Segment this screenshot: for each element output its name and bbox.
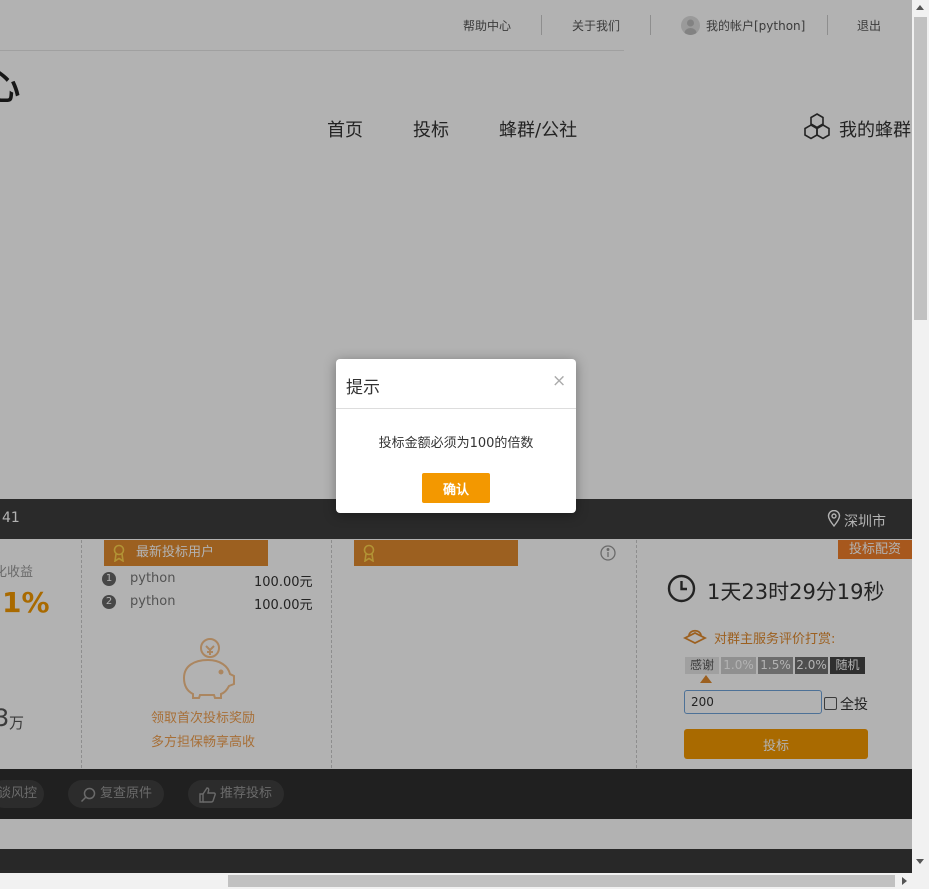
scroll-right-icon[interactable] [902,877,907,885]
alert-dialog: 提示 × 投标金额必须为100的倍数 确认 [336,359,576,513]
dialog-title: 提示 [346,378,380,398]
vertical-scrollbar[interactable] [912,0,929,873]
horizontal-scroll-thumb[interactable] [228,875,895,887]
vertical-scroll-thumb[interactable] [914,17,927,320]
scroll-up-icon[interactable] [916,5,924,10]
scroll-down-icon[interactable] [916,859,924,864]
dialog-message: 投标金额必须为100的倍数 [378,436,534,451]
close-icon[interactable]: × [552,371,566,391]
dialog-header-divider [336,408,576,409]
horizontal-scrollbar[interactable] [0,873,929,889]
confirm-button[interactable]: 确认 [422,473,490,503]
